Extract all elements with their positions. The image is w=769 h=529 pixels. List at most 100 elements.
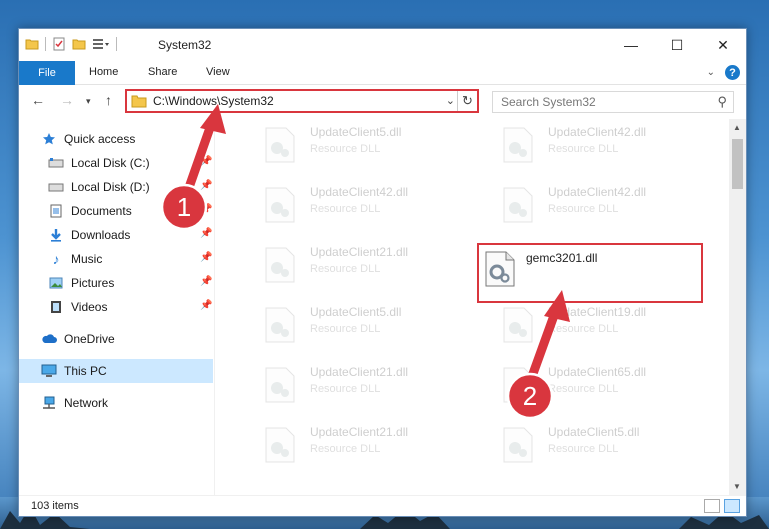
tab-file[interactable]: File <box>19 61 75 85</box>
navigation-bar: ← → ▾ ↑ C:\Windows\System32 ⌄ ↻ Search S… <box>19 86 746 118</box>
help-icon[interactable]: ? <box>725 65 740 80</box>
back-icon[interactable]: ← <box>31 92 45 108</box>
dll-file-icon <box>265 247 295 283</box>
sidebar-item-pictures[interactable]: Pictures 📌 <box>19 271 213 295</box>
new-folder-icon[interactable] <box>72 37 86 51</box>
up-icon[interactable]: ↑ <box>105 92 112 108</box>
file-name: UpdateClient5.dll <box>310 125 402 139</box>
pin-icon[interactable]: 📌 <box>200 252 212 263</box>
file-item-gemc3201[interactable]: gemc3201.dll <box>477 243 703 303</box>
sidebar-item-local-disk-d[interactable]: Local Disk (D:) 📌 <box>19 175 213 199</box>
file-item[interactable]: UpdateClient21.dll Resource DLL <box>239 419 469 465</box>
sidebar-item-label: Local Disk (D:) <box>71 180 150 194</box>
file-type: Resource DLL <box>310 263 381 275</box>
file-name: UpdateClient42.dll <box>310 185 409 199</box>
customize-toolbar-icon[interactable] <box>92 37 110 51</box>
pin-icon[interactable]: 📌 <box>200 156 212 167</box>
dll-file-icon <box>265 427 295 463</box>
expand-ribbon-icon[interactable]: ⌄ <box>707 67 715 78</box>
minimize-button[interactable]: — <box>608 29 654 61</box>
sidebar-item-this-pc[interactable]: This PC <box>19 359 213 383</box>
title-bar: System32 — ☐ ✕ <box>19 29 746 61</box>
dll-file-icon <box>265 367 295 403</box>
item-count: 103 items <box>31 500 79 512</box>
ribbon: File Home Share View ⌄ ? <box>19 61 746 85</box>
vertical-scrollbar[interactable]: ▲ ▼ <box>729 119 746 495</box>
sidebar-item-documents[interactable]: Documents 📌 <box>19 199 213 223</box>
file-name: UpdateClient5.dll <box>310 305 402 319</box>
file-item[interactable]: UpdateClient42.dll Resource DLL <box>239 179 469 225</box>
file-item[interactable]: UpdateClient5.dll Resource DLL <box>239 299 469 345</box>
toolbar-separator <box>116 37 117 51</box>
downloads-icon <box>48 228 64 242</box>
dll-file-icon <box>503 187 533 223</box>
sidebar-item-videos[interactable]: Videos 📌 <box>19 295 213 319</box>
sidebar-item-label: Downloads <box>71 228 131 242</box>
drive-icon <box>48 156 64 170</box>
sidebar-item-network[interactable]: Network <box>19 391 213 415</box>
file-name: UpdateClient42.dll <box>548 125 647 139</box>
tab-share[interactable]: Share <box>148 66 177 78</box>
pin-icon[interactable]: 📌 <box>200 276 212 287</box>
dll-file-icon <box>265 187 295 223</box>
file-item[interactable]: UpdateClient65.dll Resource DLL <box>477 359 707 405</box>
sidebar-item-label: Videos <box>71 300 108 314</box>
dll-file-icon <box>503 427 533 463</box>
address-bar[interactable]: C:\Windows\System32 ⌄ ↻ <box>125 89 479 113</box>
sidebar-item-label: Documents <box>71 204 132 218</box>
sidebar-item-local-disk-c[interactable]: Local Disk (C:) 📌 <box>19 151 213 175</box>
chevron-down-icon[interactable]: ⌄ <box>446 94 455 107</box>
sidebar-item-label: This PC <box>64 364 107 378</box>
sidebar-item-onedrive[interactable]: OneDrive <box>19 327 213 351</box>
sidebar-item-label: Pictures <box>71 276 115 290</box>
close-button[interactable]: ✕ <box>700 29 746 61</box>
file-item[interactable]: UpdateClient21.dll Resource DLL <box>239 359 469 405</box>
file-type: Resource DLL <box>548 443 619 455</box>
file-item[interactable]: UpdateClient19.dll Resource DLL <box>477 299 707 345</box>
file-name: gemc3201.dll <box>526 251 598 265</box>
sidebar-item-music[interactable]: ♪ Music 📌 <box>19 247 213 271</box>
ribbon-controls: ⌄ ? <box>707 65 740 80</box>
sidebar-item-downloads[interactable]: Downloads 📌 <box>19 223 213 247</box>
pin-icon[interactable]: 📌 <box>200 204 212 215</box>
search-input[interactable]: Search System32 ⚲ <box>492 91 734 113</box>
dll-file-icon <box>485 251 515 287</box>
star-icon <box>41 132 57 146</box>
file-type: Resource DLL <box>548 323 619 335</box>
tab-home[interactable]: Home <box>89 66 118 78</box>
pin-icon[interactable]: 📌 <box>200 180 212 191</box>
search-placeholder: Search System32 <box>501 95 596 109</box>
scroll-down-icon[interactable]: ▼ <box>733 482 741 491</box>
file-item[interactable]: UpdateClient42.dll Resource DLL <box>477 179 707 225</box>
sidebar-item-label: Local Disk (C:) <box>71 156 150 170</box>
properties-icon[interactable] <box>52 37 66 51</box>
file-type: Resource DLL <box>310 323 381 335</box>
file-item[interactable]: UpdateClient5.dll Resource DLL <box>239 119 469 165</box>
scroll-up-icon[interactable]: ▲ <box>733 123 741 132</box>
sidebar-item-label: OneDrive <box>64 332 115 346</box>
tiles-view-icon[interactable] <box>724 499 740 513</box>
pin-icon[interactable]: 📌 <box>200 228 212 239</box>
maximize-button[interactable]: ☐ <box>654 29 700 61</box>
refresh-icon[interactable]: ↻ <box>457 91 477 111</box>
file-name: UpdateClient21.dll <box>310 425 409 439</box>
forward-icon[interactable]: → <box>60 92 74 108</box>
details-view-icon[interactable] <box>704 499 720 513</box>
file-type: Resource DLL <box>310 143 381 155</box>
folder-icon <box>131 95 147 108</box>
navigation-pane: Quick access Local Disk (C:) 📌 Local Dis… <box>19 125 213 495</box>
pin-icon[interactable]: 📌 <box>200 300 212 311</box>
scrollbar-thumb[interactable] <box>732 139 743 189</box>
sidebar-item-quick-access[interactable]: Quick access <box>19 127 213 151</box>
tab-view[interactable]: View <box>206 66 230 78</box>
recent-locations-icon[interactable]: ▾ <box>86 96 91 107</box>
file-item[interactable]: UpdateClient5.dll Resource DLL <box>477 419 707 465</box>
file-item[interactable]: UpdateClient21.dll Resource DLL <box>239 239 469 285</box>
file-list: UpdateClient5.dll Resource DLL UpdateCli… <box>215 119 729 495</box>
dll-file-icon <box>503 307 533 343</box>
sidebar-item-label: Music <box>71 252 103 266</box>
computer-icon <box>41 364 57 378</box>
file-name: UpdateClient21.dll <box>310 365 409 379</box>
file-item[interactable]: UpdateClient42.dll Resource DLL <box>477 119 707 165</box>
address-path: C:\Windows\System32 <box>153 94 274 108</box>
